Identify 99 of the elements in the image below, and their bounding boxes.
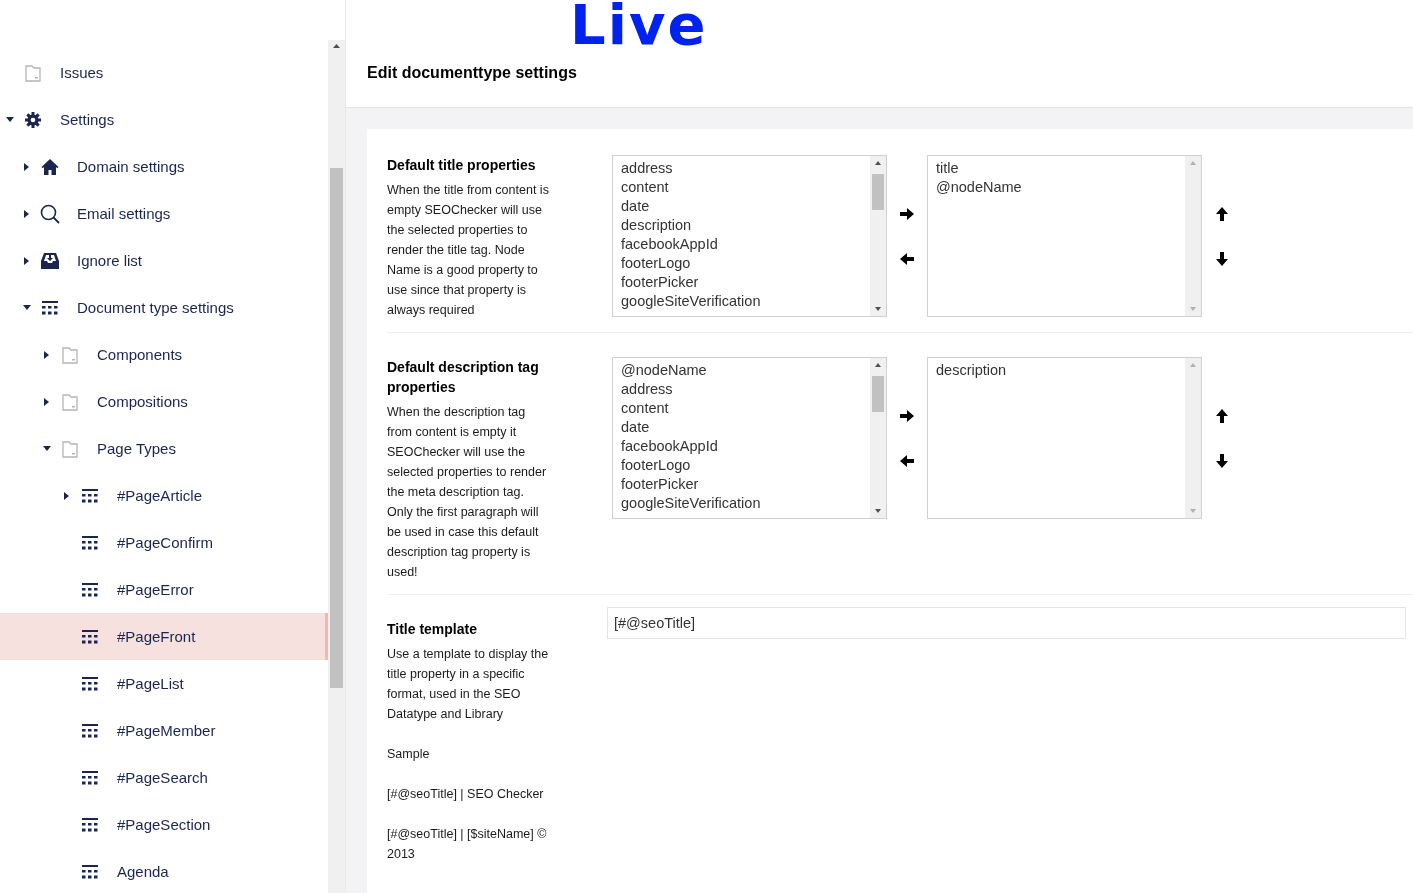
list-option[interactable]: googleSiteVerification bbox=[621, 292, 870, 311]
tree-item[interactable]: Components bbox=[0, 331, 328, 378]
home-icon bbox=[41, 158, 59, 175]
list-option[interactable]: date bbox=[621, 418, 870, 437]
list-option[interactable]: googleSiteVerification bbox=[621, 494, 870, 513]
arrow-down-button[interactable] bbox=[1214, 250, 1230, 267]
grid-icon bbox=[82, 488, 98, 503]
section-title: Default description tag properties bbox=[387, 358, 540, 397]
list-option[interactable]: address bbox=[621, 380, 870, 399]
description-text: Sample bbox=[387, 746, 431, 763]
list-option[interactable]: footerLogo bbox=[621, 254, 870, 273]
arrow-right-button[interactable] bbox=[899, 407, 915, 424]
caret-right-icon[interactable] bbox=[44, 397, 50, 406]
description-text: [#@seoTitle] | [$siteName] © 2013 bbox=[387, 826, 548, 863]
tree-item[interactable]: Issues bbox=[0, 49, 328, 96]
tree-item[interactable]: Agenda bbox=[0, 848, 328, 893]
list-option[interactable]: content bbox=[621, 178, 870, 197]
list-box[interactable]: address content date description facebookAppId footerLogo footerPicker googleSiteVerification bbox=[612, 155, 887, 317]
folder-icon bbox=[61, 439, 79, 458]
arrow-up-button[interactable] bbox=[1214, 407, 1230, 424]
grid-icon bbox=[82, 629, 98, 644]
caret-down-icon[interactable] bbox=[23, 304, 31, 311]
description-text: Use a template to display the title property in a specific format, used in the SEO Datatype and Library bbox=[387, 646, 550, 723]
list-option[interactable]: address bbox=[621, 159, 870, 178]
scrollbar[interactable] bbox=[870, 156, 886, 316]
list-option[interactable]: date bbox=[621, 197, 870, 216]
grid-icon bbox=[82, 535, 98, 550]
tree-item[interactable]: Settings bbox=[0, 96, 328, 143]
tree-item[interactable]: #PageSection bbox=[0, 801, 328, 848]
scroll-up-arrow-icon[interactable] bbox=[333, 44, 340, 48]
page-title: Edit documenttype settings bbox=[367, 63, 577, 82]
handwritten-annotation: Live bbox=[570, 0, 708, 57]
grid-icon bbox=[82, 582, 98, 597]
caret-down-icon[interactable] bbox=[6, 116, 14, 123]
list-option[interactable]: content bbox=[621, 399, 870, 418]
folder-icon bbox=[61, 345, 79, 364]
inbox-icon bbox=[41, 252, 59, 269]
description-text: When the description tag from content is empty it SEOChecker will use the selected properties to render the meta description tag. Only the first paragraph will be used in case this default description tag property is used! bbox=[387, 404, 548, 581]
caret-right-icon[interactable] bbox=[24, 256, 30, 265]
grid-icon bbox=[82, 723, 98, 738]
scroll-up-arrow-icon[interactable] bbox=[875, 161, 881, 165]
list-box[interactable]: title @nodeName bbox=[927, 155, 1202, 317]
tree-item[interactable]: #PageList bbox=[0, 660, 328, 707]
list-option[interactable]: description bbox=[621, 216, 870, 235]
list-option[interactable]: facebookAppId bbox=[621, 437, 870, 456]
title-template-field[interactable]: [#@seoTitle] bbox=[607, 607, 1406, 639]
scroll-thumb[interactable] bbox=[330, 168, 343, 688]
list-box[interactable]: @nodeName address content date facebookAppId footerLogo footerPicker googleSiteVerification bbox=[612, 357, 887, 519]
arrow-right-button[interactable] bbox=[899, 205, 915, 222]
tree-item[interactable]: #PageMember bbox=[0, 707, 328, 754]
tree-item[interactable]: #PageArticle bbox=[0, 472, 328, 519]
tree-item[interactable]: Document type settings bbox=[0, 284, 328, 331]
arrow-left-button[interactable] bbox=[899, 452, 915, 469]
arrow-down-button[interactable] bbox=[1214, 452, 1230, 469]
caret-right-icon[interactable] bbox=[64, 491, 70, 500]
folder-icon bbox=[61, 392, 79, 411]
arrow-left-button[interactable] bbox=[899, 250, 915, 267]
grid-icon bbox=[82, 817, 98, 832]
gear-icon bbox=[24, 110, 42, 129]
section-title: Default title properties bbox=[387, 156, 537, 175]
grid-icon bbox=[82, 770, 98, 785]
list-option[interactable]: facebookAppId bbox=[621, 235, 870, 254]
scrollbar[interactable] bbox=[870, 358, 886, 518]
search-icon bbox=[40, 203, 60, 224]
arrow-up-button[interactable] bbox=[1214, 205, 1230, 222]
tree-item[interactable]: #PageSearch bbox=[0, 754, 328, 801]
caret-right-icon[interactable] bbox=[24, 209, 30, 218]
list-option[interactable]: @nodeName bbox=[621, 361, 870, 380]
tree-item[interactable]: Domain settings bbox=[0, 143, 328, 190]
section-title: Title template bbox=[387, 620, 478, 639]
list-option[interactable]: footerLogo bbox=[621, 456, 870, 475]
list-option[interactable]: footerPicker bbox=[621, 475, 870, 494]
tree-item[interactable]: #PageError bbox=[0, 566, 328, 613]
grid-icon bbox=[42, 300, 58, 315]
folder-icon bbox=[24, 63, 42, 82]
scroll-thumb[interactable] bbox=[872, 174, 884, 210]
description-text: When the title from content is empty SEOChecker will use the selected properties to render the title tag. Node Name is a good property to use since that property is always required bbox=[387, 182, 550, 319]
description-text: [#@seoTitle] | SEO Checker bbox=[387, 786, 545, 803]
grid-icon bbox=[82, 676, 98, 691]
list-box[interactable]: description bbox=[927, 357, 1202, 519]
scroll-up-arrow-icon[interactable] bbox=[875, 363, 881, 367]
scroll-thumb[interactable] bbox=[872, 376, 884, 412]
scroll-down-arrow-icon[interactable] bbox=[875, 307, 881, 311]
tree-item[interactable]: Page Types bbox=[0, 425, 328, 472]
list-option[interactable]: title bbox=[936, 159, 1185, 178]
scrollbar[interactable] bbox=[328, 40, 345, 893]
tree-item[interactable]: #PageFront bbox=[0, 613, 328, 660]
tree-item[interactable]: Ignore list bbox=[0, 237, 328, 284]
tree-item[interactable]: Email settings bbox=[0, 190, 328, 237]
scroll-down-arrow-icon[interactable] bbox=[875, 509, 881, 513]
list-option[interactable]: @nodeName bbox=[936, 178, 1185, 197]
list-option[interactable]: description bbox=[936, 361, 1185, 380]
caret-right-icon[interactable] bbox=[24, 162, 30, 171]
grid-icon bbox=[82, 864, 98, 879]
tree-item[interactable]: #PageConfirm bbox=[0, 519, 328, 566]
caret-right-icon[interactable] bbox=[44, 350, 50, 359]
tree-item[interactable]: Compositions bbox=[0, 378, 328, 425]
list-option[interactable]: footerPicker bbox=[621, 273, 870, 292]
caret-down-icon[interactable] bbox=[43, 445, 51, 452]
